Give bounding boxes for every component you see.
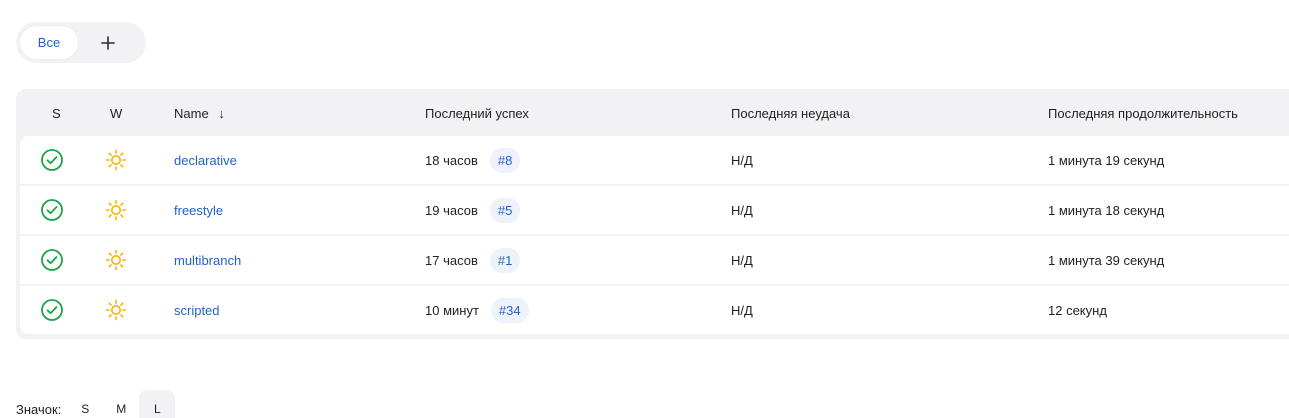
- success-check-icon: [40, 186, 64, 234]
- job-link[interactable]: declarative: [174, 153, 237, 168]
- build-link[interactable]: #5: [489, 197, 521, 223]
- last-success-time: 19 часов: [425, 202, 478, 218]
- header-name-label: Name: [174, 106, 209, 121]
- header-last-success[interactable]: Последний успех: [425, 89, 529, 136]
- sunny-icon: [104, 186, 128, 234]
- add-view-button[interactable]: [78, 26, 138, 59]
- last-failure: Н/Д: [731, 202, 753, 218]
- sunny-icon: [104, 286, 128, 334]
- table-header: S W Name ↓ Последний успех Последняя неу…: [20, 89, 1289, 136]
- table-row: multibranch 17 часов #1 Н/Д 1 минута 39 …: [20, 236, 1289, 284]
- header-name[interactable]: Name ↓: [174, 89, 225, 136]
- last-failure: Н/Д: [731, 252, 753, 268]
- table-body: declarative 18 часов #8 Н/Д 1 минута 19 …: [20, 136, 1289, 334]
- view-tabs: Все: [16, 22, 146, 63]
- last-duration: 1 минута 18 секунд: [1048, 202, 1165, 218]
- table-row: freestyle 19 часов #5 Н/Д 1 минута 18 се…: [20, 186, 1289, 234]
- job-link[interactable]: multibranch: [174, 253, 241, 268]
- last-duration: 1 минута 19 секунд: [1048, 152, 1165, 168]
- icon-size-m[interactable]: M: [103, 390, 139, 418]
- success-check-icon: [40, 286, 64, 334]
- icon-size-label: Значок:: [16, 402, 62, 417]
- header-last-duration[interactable]: Последняя продолжительность: [1048, 89, 1238, 136]
- last-duration: 12 секунд: [1048, 302, 1107, 318]
- build-link[interactable]: #34: [490, 297, 529, 323]
- success-check-icon: [40, 136, 64, 184]
- job-link[interactable]: freestyle: [174, 203, 223, 218]
- header-status[interactable]: S: [52, 89, 61, 136]
- job-link[interactable]: scripted: [174, 303, 220, 318]
- last-success-time: 17 часов: [425, 252, 478, 268]
- plus-icon: [101, 35, 115, 50]
- last-duration: 1 минута 39 секунд: [1048, 252, 1165, 268]
- header-last-failure[interactable]: Последняя неудача: [731, 89, 850, 136]
- icon-size-l[interactable]: L: [139, 390, 176, 418]
- icon-size-selector: Значок: S M L: [16, 390, 176, 418]
- sort-arrow-icon: ↓: [218, 106, 225, 121]
- build-link[interactable]: #8: [489, 147, 521, 173]
- build-link[interactable]: #1: [489, 247, 521, 273]
- last-success-time: 18 часов: [425, 152, 478, 168]
- sunny-icon: [104, 236, 128, 284]
- last-failure: Н/Д: [731, 302, 753, 318]
- icon-size-s[interactable]: S: [67, 390, 103, 418]
- success-check-icon: [40, 236, 64, 284]
- table-row: scripted 10 минут #34 Н/Д 12 секунд: [20, 286, 1289, 334]
- header-weather[interactable]: W: [110, 89, 122, 136]
- table-row: declarative 18 часов #8 Н/Д 1 минута 19 …: [20, 136, 1289, 184]
- last-success-time: 10 минут: [425, 302, 479, 318]
- tab-all[interactable]: Все: [20, 26, 78, 59]
- sunny-icon: [104, 136, 128, 184]
- last-failure: Н/Д: [731, 152, 753, 168]
- jobs-table: S W Name ↓ Последний успех Последняя неу…: [16, 89, 1289, 339]
